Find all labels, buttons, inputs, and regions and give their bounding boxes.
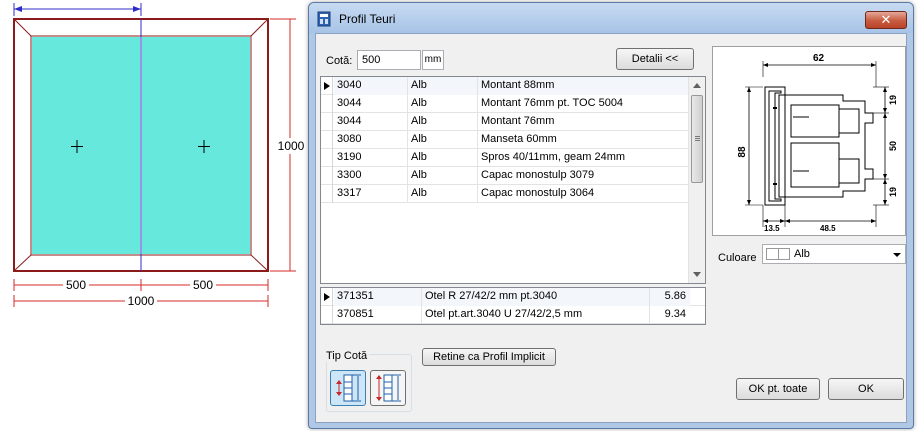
current-row-arrow-icon xyxy=(324,293,330,301)
profile-description-cell[interactable]: Montant 88mm xyxy=(478,77,688,95)
profiles-table: 3040 Alb Montant 88mm 3044 Alb Montant 7… xyxy=(320,76,706,284)
reinforcement-table: 371351 Otel R 27/42/2 mm pt.3040 5.86 37… xyxy=(320,287,706,325)
total-width-dimension-label: 1000 xyxy=(128,294,155,308)
row-selector[interactable] xyxy=(321,131,333,149)
top-dimension-arrow-left xyxy=(14,6,22,12)
tip-cota-option-1-button[interactable] xyxy=(330,370,366,406)
profile-description-cell[interactable]: Spros 40/11mm, geam 24mm xyxy=(478,149,688,167)
table-row[interactable]: 3044 Alb Montant 76mm xyxy=(321,113,705,131)
dimension-outer-icon xyxy=(376,374,401,402)
glass-pane-right[interactable] xyxy=(142,37,250,254)
profile-code-cell[interactable]: 3044 xyxy=(334,95,408,113)
close-icon: ✕ xyxy=(880,12,892,27)
profile-description-cell[interactable]: Capac monostulp 3079 xyxy=(478,167,688,185)
profile-preview: 62 88 19 50 19 13.5 48.5 xyxy=(712,46,906,236)
preview-dim-top: 19 xyxy=(888,95,898,105)
profile-code-cell[interactable]: 3300 xyxy=(334,167,408,185)
app-icon xyxy=(317,11,331,27)
table-row[interactable]: 3317 Alb Capac monostulp 3064 xyxy=(321,185,705,203)
table-row[interactable]: 3300 Alb Capac monostulp 3079 xyxy=(321,167,705,185)
row-selector[interactable] xyxy=(321,167,333,185)
dialog-content: Cotă: mm Detalii << 3040 Alb Montant 88m… xyxy=(315,33,907,423)
dialog-titlebar[interactable]: Profil Teuri ✕ xyxy=(309,3,913,33)
profile-color-cell[interactable]: Alb xyxy=(408,77,478,95)
table-row[interactable]: 370851 Otel pt.art.3040 U 27/42/2,5 mm 9… xyxy=(321,306,705,324)
window-drawing: 1000 500 500 1000 xyxy=(13,3,305,308)
tip-cota-option-2-button[interactable] xyxy=(370,370,406,406)
profile-code-cell[interactable]: 3080 xyxy=(334,131,408,149)
dimension-inner-icon xyxy=(336,374,361,402)
row-selector[interactable] xyxy=(321,185,333,203)
preview-dim-mid: 50 xyxy=(888,141,898,151)
preview-dim-height: 88 xyxy=(737,146,748,158)
table-row[interactable]: 3080 Alb Manseta 60mm xyxy=(321,131,705,149)
profile-color-cell[interactable]: Alb xyxy=(408,131,478,149)
color-swatch-icon xyxy=(766,248,790,260)
chevron-down-icon[interactable] xyxy=(893,253,901,257)
right-panel-dimension-label: 500 xyxy=(193,278,213,292)
profile-description-cell[interactable]: Manseta 60mm xyxy=(478,131,688,149)
retine-profil-implicit-button[interactable]: Retine ca Profil Implicit xyxy=(422,348,556,366)
preview-dim-bottom: 19 xyxy=(888,187,898,197)
tip-cota-label: Tip Cotă xyxy=(326,350,370,362)
reinforcement-code-cell[interactable]: 370851 xyxy=(334,306,422,324)
profile-color-cell[interactable]: Alb xyxy=(408,185,478,203)
close-button[interactable]: ✕ xyxy=(865,11,907,29)
cota-label: Cotă: xyxy=(326,55,353,67)
table-row[interactable]: 3190 Alb Spros 40/11mm, geam 24mm xyxy=(321,149,705,167)
profile-description-cell[interactable]: Montant 76mm xyxy=(478,113,688,131)
preview-dim-left: 13.5 xyxy=(764,224,780,233)
profile-color-cell[interactable]: Alb xyxy=(408,149,478,167)
cota-unit-label: mm xyxy=(424,54,442,65)
culoare-value: Alb xyxy=(794,248,810,260)
cota-input[interactable] xyxy=(357,50,421,70)
row-selector[interactable] xyxy=(321,95,333,113)
profiles-scrollbar[interactable] xyxy=(688,77,705,283)
ok-pt-toate-button[interactable]: OK pt. toate xyxy=(736,378,820,400)
profile-color-cell[interactable]: Alb xyxy=(408,95,478,113)
row-selector[interactable] xyxy=(321,149,333,167)
left-panel-dimension-label: 500 xyxy=(66,278,86,292)
row-selector[interactable] xyxy=(321,288,333,306)
height-dimension-label: 1000 xyxy=(278,139,305,153)
scroll-up-icon[interactable] xyxy=(693,83,701,88)
culoare-label: Culoare xyxy=(718,252,757,264)
row-selector[interactable] xyxy=(321,113,333,131)
reinforcement-description-cell[interactable]: Otel pt.art.3040 U 27/42/2,5 mm xyxy=(422,306,650,324)
scroll-thumb[interactable] xyxy=(691,95,703,183)
profile-cross-section: 62 88 19 50 19 13.5 48.5 xyxy=(737,53,898,233)
profil-teuri-dialog: Profil Teuri ✕ Cotă: mm Detalii << 3040 … xyxy=(308,2,914,429)
grip-icon xyxy=(695,136,700,137)
profile-color-cell[interactable]: Alb xyxy=(408,167,478,185)
reinforcement-description-cell[interactable]: Otel R 27/42/2 mm pt.3040 xyxy=(422,288,650,306)
table-row[interactable]: 371351 Otel R 27/42/2 mm pt.3040 5.86 xyxy=(321,288,705,306)
top-dimension-arrow-right xyxy=(133,6,141,12)
reinforcement-code-cell[interactable]: 371351 xyxy=(334,288,422,306)
glass-pane-left[interactable] xyxy=(32,37,140,254)
table-row[interactable]: 3040 Alb Montant 88mm xyxy=(321,77,705,95)
culoare-select[interactable]: Alb xyxy=(762,244,906,264)
table-row[interactable]: 3044 Alb Montant 76mm pt. TOC 5004 xyxy=(321,95,705,113)
row-selector[interactable] xyxy=(321,306,333,324)
profile-description-cell[interactable]: Capac monostulp 3064 xyxy=(478,185,688,203)
profile-description-cell[interactable]: Montant 76mm pt. TOC 5004 xyxy=(478,95,688,113)
preview-dim-width: 62 xyxy=(813,53,825,64)
scroll-down-icon[interactable] xyxy=(693,272,701,277)
row-selector[interactable] xyxy=(321,77,333,95)
cota-unit-box: mm xyxy=(422,50,444,70)
profile-code-cell[interactable]: 3040 xyxy=(334,77,408,95)
profile-code-cell[interactable]: 3317 xyxy=(334,185,408,203)
detalii-button[interactable]: Detalii << xyxy=(616,48,694,70)
preview-dim-right: 48.5 xyxy=(820,224,836,233)
profile-color-cell[interactable]: Alb xyxy=(408,113,478,131)
dialog-title: Profil Teuri xyxy=(339,12,396,26)
reinforcement-value-cell[interactable]: 5.86 xyxy=(650,288,690,306)
profile-code-cell[interactable]: 3044 xyxy=(334,113,408,131)
reinforcement-value-cell[interactable]: 9.34 xyxy=(650,306,690,324)
current-row-arrow-icon xyxy=(324,82,330,90)
profile-code-cell[interactable]: 3190 xyxy=(334,149,408,167)
ok-button[interactable]: OK xyxy=(828,378,904,400)
